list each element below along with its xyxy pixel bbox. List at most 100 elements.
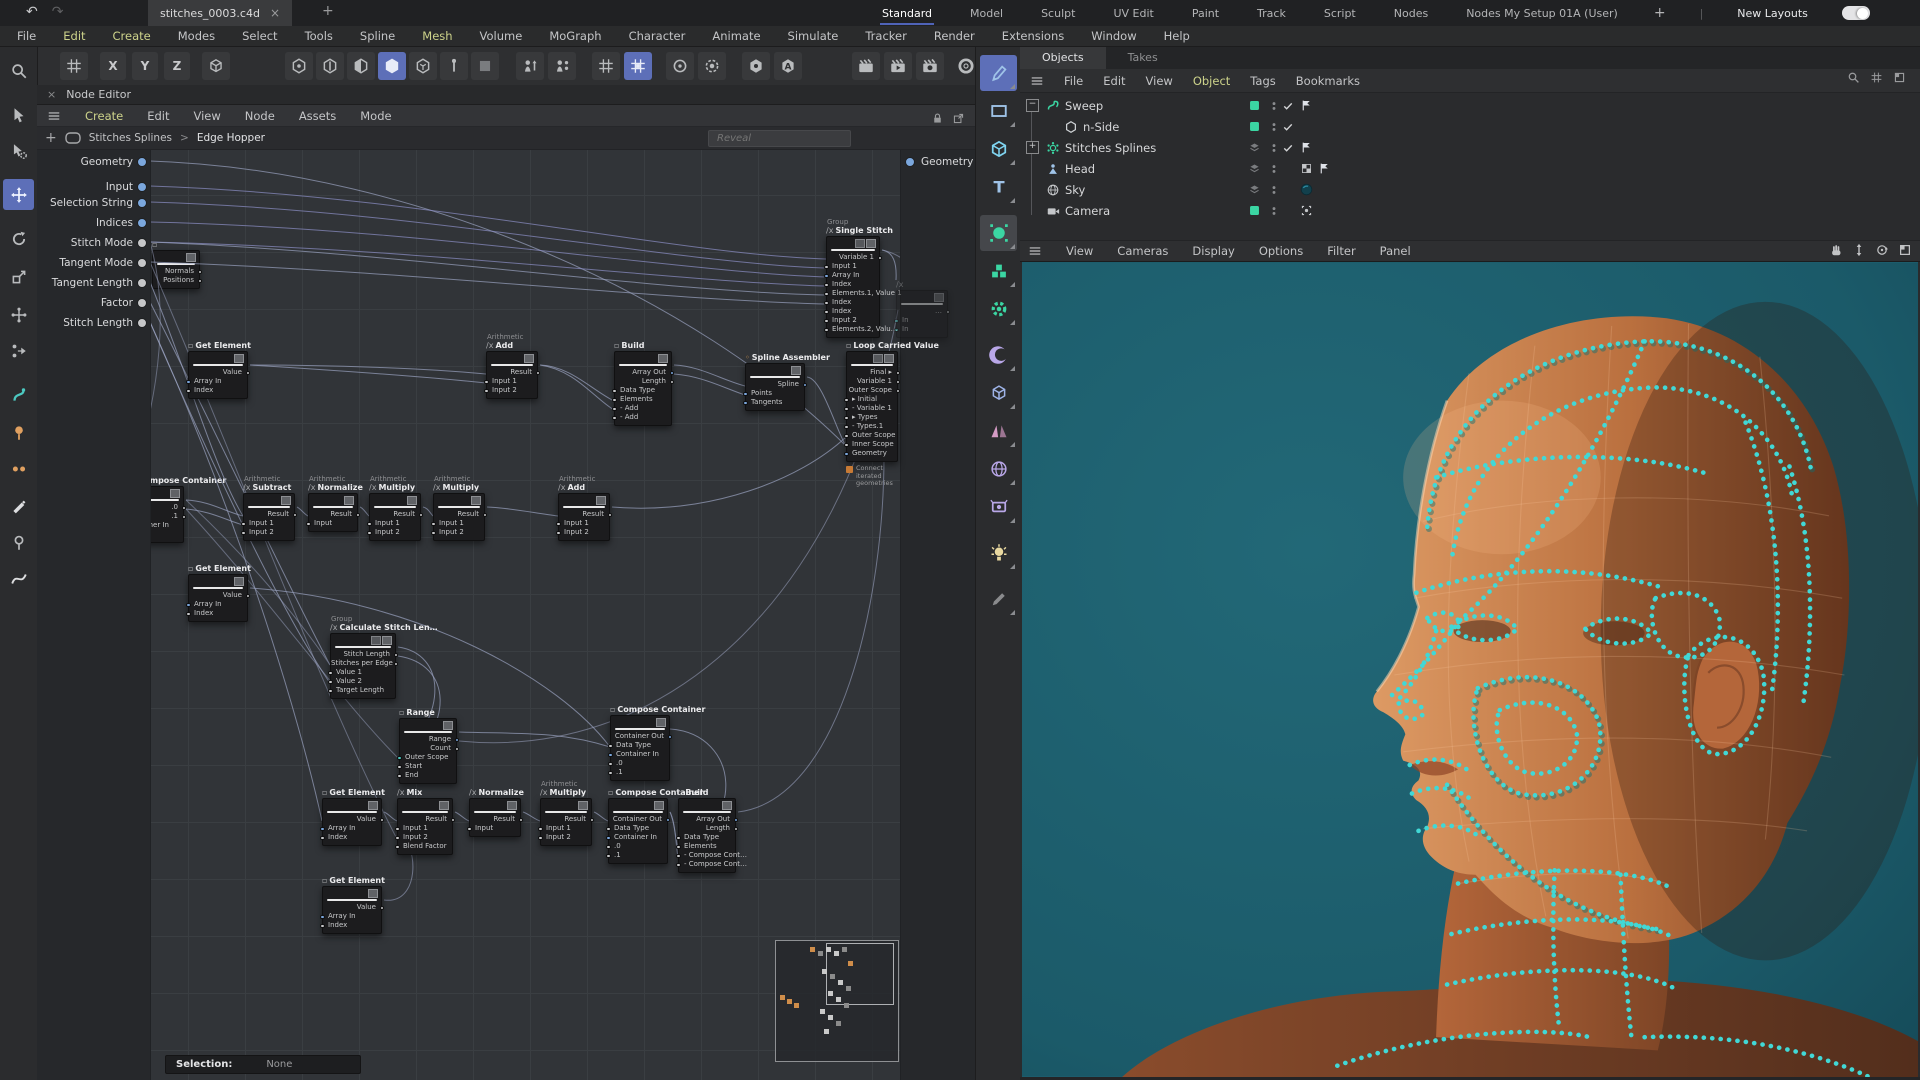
node-body[interactable]: Array OutLengthData TypeElements- Add- A… [614, 351, 672, 426]
tag-skymat-icon[interactable] [1300, 183, 1313, 196]
menu-window[interactable]: Window [1091, 29, 1136, 43]
toolbar-axis-z-button[interactable]: Z [164, 52, 190, 80]
node-input-input-2[interactable]: Input 2 [398, 833, 452, 842]
enable-toggle-layers[interactable] [1248, 141, 1261, 154]
node-output-value[interactable]: Value [323, 903, 381, 912]
menu-modes[interactable]: Modes [178, 29, 215, 43]
port-dot[interactable] [328, 680, 333, 685]
layout-tab-track[interactable]: Track [1255, 3, 1288, 24]
node-input-input[interactable]: Input [470, 824, 520, 833]
port-dot[interactable] [894, 328, 899, 333]
menu-create[interactable]: Create [113, 29, 151, 43]
graph-node-get-element[interactable]: ▫Get ElementValueArray InIndex [322, 868, 382, 934]
port-dot[interactable] [612, 389, 617, 394]
graph-node-compose-container[interactable]: ▫Compose ContainerContainer OutData Type… [608, 780, 668, 864]
panel-tab-takes[interactable]: Takes [1106, 47, 1180, 69]
group-input-tangent-length[interactable]: Tangent Length [37, 275, 150, 291]
port-dot[interactable] [467, 827, 472, 832]
group-input-factor[interactable]: Factor [37, 295, 150, 311]
document-tab[interactable]: stitches_0003.c4d × [148, 0, 292, 26]
workplane-cube-icon[interactable] [980, 375, 1017, 411]
node-input-array-in[interactable]: Array In [189, 600, 247, 609]
node-output-container-out[interactable]: Container Out [611, 732, 669, 741]
node-input-input-1[interactable]: Input 1 [541, 824, 591, 833]
port-dot[interactable] [896, 371, 901, 376]
node-input-input-1[interactable]: Input 1 [559, 519, 609, 528]
port-dot[interactable] [824, 292, 829, 297]
spline-hook-tool-icon[interactable] [3, 379, 34, 410]
output-port-geometry[interactable] [905, 157, 915, 167]
graph-node-single-stitch[interactable]: Group/xSingle StitchVariable 1Input 1Arr… [826, 218, 880, 338]
cube-primitive-icon[interactable] [980, 131, 1017, 167]
zoom-tool-icon[interactable] [3, 55, 34, 86]
layout-tab-sculpt[interactable]: Sculpt [1039, 3, 1077, 24]
move-tool-icon[interactable] [3, 179, 34, 210]
group-input-selection-string[interactable]: Selection String [37, 195, 150, 211]
node-input-index[interactable]: Index [827, 298, 879, 307]
viewport-menu-panel[interactable]: Panel [1380, 244, 1411, 258]
generator-check-icon[interactable] [1282, 142, 1294, 154]
port-dot[interactable] [397, 756, 402, 761]
port-dot[interactable] [137, 198, 147, 208]
node-input-geometry[interactable]: Geometry [847, 449, 897, 458]
node-editor-menu-create[interactable]: Create [85, 109, 123, 123]
enable-toggle-layers[interactable] [1248, 162, 1261, 175]
viewport-hand-icon[interactable] [1829, 243, 1843, 257]
node-output-stitch-length[interactable]: Stitch Length [331, 650, 395, 659]
node-output-outer-scope[interactable]: Outer Scope [847, 386, 897, 395]
graph-node-normalize[interactable]: Arithmetic/xNormalizeResultInput [308, 475, 358, 532]
visibility-dots[interactable] [1268, 121, 1280, 133]
toolbar-render-view-icon[interactable] [852, 52, 880, 80]
port-dot[interactable] [137, 182, 147, 192]
node-search-input[interactable] [708, 130, 851, 147]
node-output-final[interactable]: Final ▸ [847, 368, 897, 377]
toolbar-mode-texture-icon[interactable] [471, 52, 499, 80]
group-input-tangent-mode[interactable]: Tangent Mode [37, 255, 150, 271]
projector-icon[interactable] [980, 489, 1017, 525]
port-dot[interactable] [606, 827, 611, 832]
node-input-container-in[interactable]: Container In [609, 833, 667, 842]
breadcrumb-root[interactable]: Stitches Splines [89, 132, 172, 144]
toolbar-snap-settings-icon[interactable] [698, 52, 726, 80]
menu-spline[interactable]: Spline [360, 29, 395, 43]
node-graph-canvas[interactable]: GeometryInputSelection StringIndicesStit… [37, 150, 975, 1080]
environment-globe-icon[interactable] [980, 451, 1017, 487]
generator-icon[interactable] [980, 291, 1017, 327]
node-input-input-2[interactable]: Input 2 [827, 316, 879, 325]
toolbar-hex-auto-icon[interactable]: A [774, 52, 802, 80]
node-editor-menu-mode[interactable]: Mode [360, 109, 391, 123]
volume-builder-icon[interactable] [980, 253, 1017, 289]
spline-tool-icon[interactable] [3, 563, 34, 594]
port-dot[interactable] [293, 513, 298, 518]
node-body[interactable]: Array OutLengthData TypeElements- Compos… [678, 798, 736, 873]
node-body[interactable]: ResultInput 1Input 2 [486, 351, 538, 399]
layout-tab-script[interactable]: Script [1322, 3, 1358, 24]
port-dot[interactable] [451, 818, 456, 823]
menu-character[interactable]: Character [629, 29, 686, 43]
toolbar-grid-snap-icon[interactable] [624, 52, 652, 80]
node-body[interactable]: ValueArray InIndex [322, 798, 382, 846]
object-row-n-side[interactable]: n-Side [1020, 116, 1920, 137]
graph-node-get-element[interactable]: ▫Get ElementValueArray InIndex [188, 556, 248, 622]
axis-tool-icon[interactable] [3, 299, 34, 330]
object-row-head[interactable]: Head [1020, 158, 1920, 179]
port-dot[interactable] [946, 310, 951, 315]
port-dot[interactable] [519, 818, 524, 823]
toolbar-mode-polygons-icon[interactable] [347, 52, 375, 80]
port-dot[interactable] [328, 689, 333, 694]
node-input-add[interactable]: - Add [615, 413, 671, 422]
tag-checker-icon[interactable] [1300, 162, 1313, 175]
port-dot[interactable] [419, 513, 424, 518]
visibility-dots[interactable] [1268, 163, 1280, 175]
node-output-variable-1[interactable]: Variable 1 [847, 377, 897, 386]
knife-tool-icon[interactable] [3, 491, 34, 522]
text-spline-icon[interactable]: T [980, 169, 1017, 205]
node-body[interactable]: Container OutData TypeContainer In.0.1 [610, 715, 670, 781]
tag-flag-icon[interactable] [1300, 99, 1313, 112]
port-dot[interactable] [320, 836, 325, 841]
port-dot[interactable] [137, 238, 147, 248]
viewport-3d-scene[interactable] [1022, 262, 1918, 1077]
port-dot[interactable] [612, 416, 617, 421]
object-manager-menu-bookmarks[interactable]: Bookmarks [1296, 74, 1360, 88]
graph-minimap[interactable] [775, 940, 899, 1062]
